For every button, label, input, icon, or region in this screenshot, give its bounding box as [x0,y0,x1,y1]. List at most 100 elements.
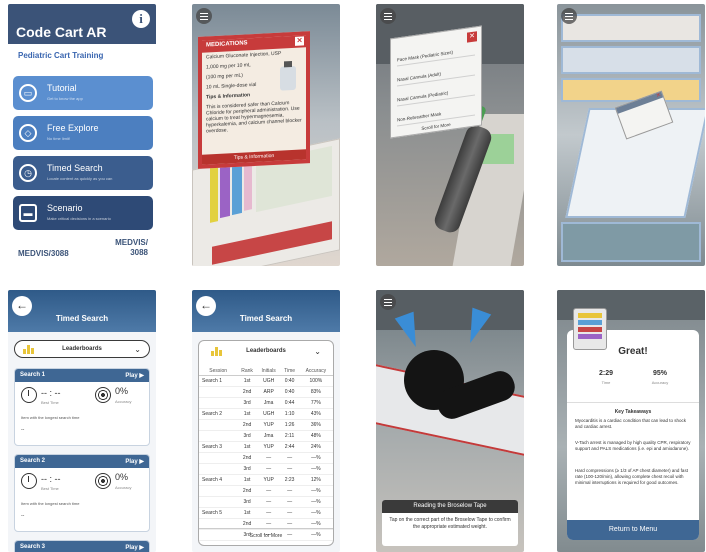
scroll-hint[interactable]: Scroll for More [199,528,333,539]
menu-icon[interactable] [196,8,212,24]
table-cell: 3rd [237,496,257,508]
table-cell: Search 3 [199,441,238,453]
table-cell: 1st [237,441,257,453]
table-cell: — [280,463,299,475]
clock-icon [21,473,37,489]
footer-logo-left: MEDVIS/3088 [18,249,69,258]
tips-tab[interactable]: Tips & Information [202,149,306,165]
results-card: Great! 2:29 Time 95% Accuracy Key Takeaw… [567,330,699,540]
book-icon: ▭ [19,84,37,102]
dropdown-row: Leaderboards ⌄ [203,343,329,361]
header: ← Timed Search [192,290,340,332]
table-row: 2nd — — —% [199,452,333,464]
scenario-button[interactable]: ▬ Scenario Make critical decisions in a … [13,196,153,230]
accuracy-value: 95% [652,370,667,377]
tutorial-button[interactable]: ▭ Tutorial Get to know the app [13,76,153,110]
search-card: Search 2 Play ▶ -- : -- Best Time 0% Accu… [14,454,150,532]
header: ← Timed Search [8,290,156,332]
tips-text: This is considered safer than Calcium Ch… [206,100,302,135]
leaderboard-screen: ← Timed Search Leaderboards ⌄ Session Ran… [192,290,340,552]
takeaway-point: Myocarditis is a cardiac condition that … [575,418,687,429]
menu-icon[interactable] [561,8,577,24]
accuracy-value: 0% [115,386,129,396]
button-label: Tutorial [47,83,77,93]
table-cell [199,463,238,475]
menu-icon[interactable] [380,8,396,24]
best-time-label: Best Time [41,400,59,405]
instruction-text: Tap on the correct part of the Broselow … [389,517,511,530]
return-to-menu-button[interactable]: Return to Menu [567,520,699,540]
table-cell: — [256,463,281,475]
table-cell: 2nd [237,485,257,497]
table-row: Search 1 1st UGH 0:40 100% [199,375,333,387]
button-sublabel: Locate content as quickly as you can [47,176,113,181]
accuracy-label: Accuracy [651,380,669,385]
table-cell: 2nd [237,452,257,464]
column-header: Rank [237,367,257,376]
table-row: 2nd ARP 0:40 83% [199,386,333,398]
timed-search-button[interactable]: ◷ Timed Search Locate content as quickly… [13,156,153,190]
table-cell: 36% [298,419,333,431]
table-cell: YUP [256,419,281,431]
table-cell: — [280,496,299,508]
search-card: Search 3 Play ▶ [14,540,150,552]
table-cell: 1st [237,474,257,486]
button-label: Free Explore [47,123,99,133]
table-cell: ARP [256,386,281,398]
table-cell: — [280,507,299,519]
table-cell: 1:26 [280,419,299,431]
table-cell: —% [298,496,333,508]
search-card: Search 1 Play ▶ -- : -- Best Time 0% Accu… [14,368,150,446]
table-cell: 77% [298,397,333,409]
table-cell: UGH [256,375,281,387]
table-cell: YUP [256,441,281,453]
info-button[interactable]: i [132,10,150,28]
broselow-screen: Reading the Broselow Tape Tap on the cor… [376,290,524,552]
table-cell: 2nd [237,386,257,398]
back-button[interactable]: ← [12,296,32,316]
clock-icon [21,387,37,403]
dropdown-label: Leaderboards [246,348,286,354]
page-title: Timed Search [55,314,109,323]
table-cell: — [280,452,299,464]
instruction-panel: Reading the Broselow Tape Tap on the cor… [382,500,518,546]
table-cell: 1st [237,375,257,387]
leaderboards-dropdown[interactable]: Leaderboards ⌄ [14,340,150,358]
table-cell [199,430,238,442]
table-cell: 2:11 [280,430,299,442]
play-button[interactable]: Play ▶ [125,458,144,465]
menu-icon[interactable] [380,294,396,310]
cart-drawer [561,46,701,74]
table-row: 2nd — — —% [199,485,333,497]
play-button[interactable]: Play ▶ [125,372,144,379]
footer: MEDVIS/3088 MEDVIS/ 3088 [18,238,148,258]
table-row: 3rd — — —% [199,496,333,508]
leaderboard-table: Session Rank Initials Time Accuracy Search 1… [199,367,333,541]
leaderboards-dropdown[interactable]: Leaderboards ⌄ [199,341,333,361]
accuracy-label: Accuracy [115,485,132,490]
table-cell: 2nd [237,419,257,431]
table-cell: 0:40 [280,386,299,398]
drawer-ar-screen: ✕ [557,4,705,266]
table-cell: — [256,452,281,464]
target-icon [95,473,111,489]
close-icon[interactable]: ✕ [295,36,304,46]
search-name: Search 2 [20,458,46,464]
table-header: Session Rank Initials Time Accuracy [199,367,333,376]
search-name: Search 3 [20,544,46,550]
table-cell [199,496,238,508]
back-button[interactable]: ← [196,296,216,316]
free-explore-button[interactable]: ◇ Free Explore No time limit! [13,116,153,150]
airway-ar-screen: ✕ Face Mask (Pediatric Sizes) Nasal Cann… [376,4,524,266]
table-cell: 1st [237,507,257,519]
accuracy-value: 0% [115,472,129,482]
button-sublabel: No time limit! [47,136,71,141]
table-cell: — [256,507,281,519]
app-title: Code Cart AR [16,24,107,40]
column-header: Session [199,367,238,376]
chevron-down-icon: ⌄ [314,347,321,356]
table-cell: 83% [298,386,333,398]
table-cell: YUP [256,474,281,486]
medication-ar-screen: MEDICATIONS ✕ Calcium Gluconate Injection… [192,4,340,266]
table-cell: Search 1 [199,375,238,387]
